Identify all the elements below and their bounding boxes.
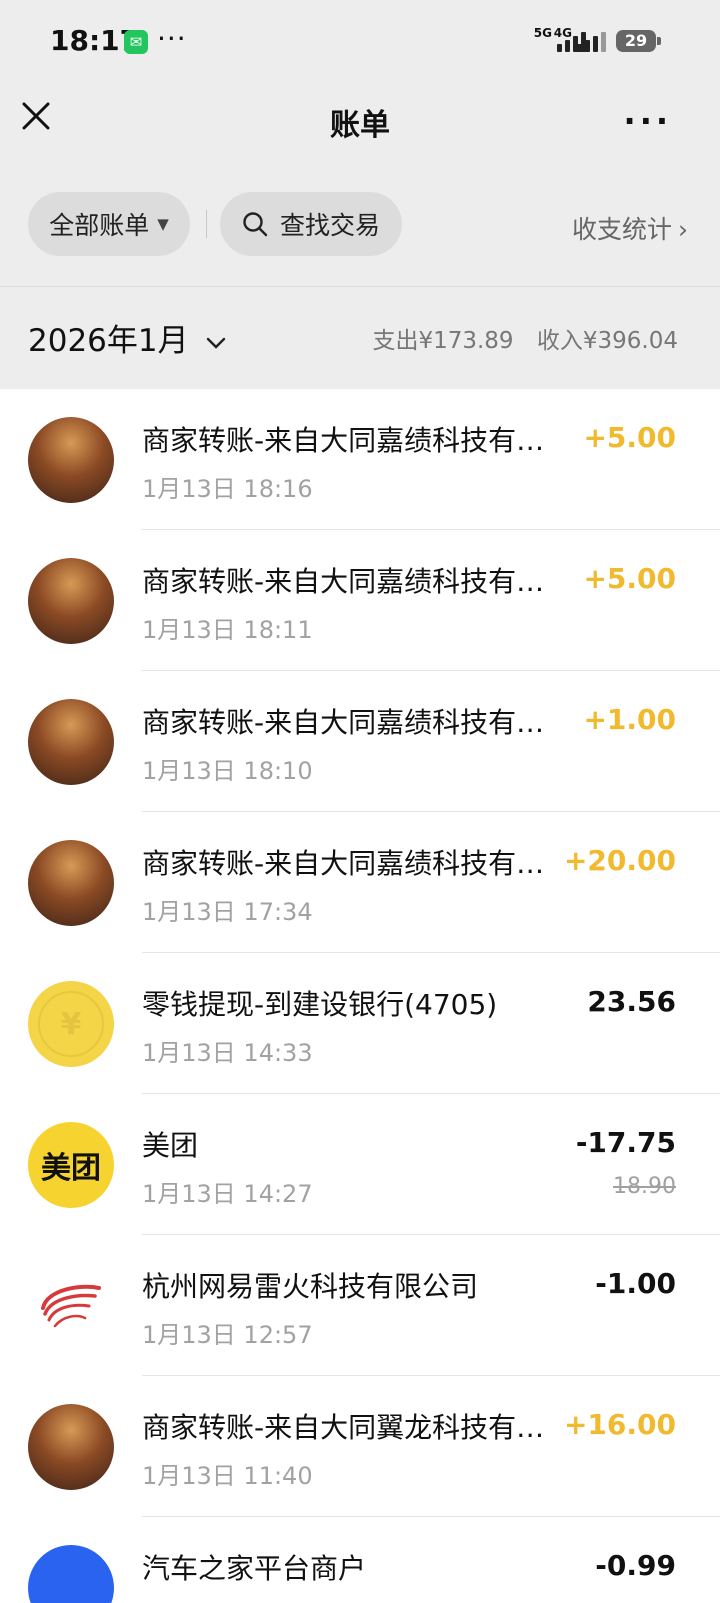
status-bar: 18:17 ✉ ··· 5G 4G 29 [0, 0, 720, 82]
transaction-row[interactable]: 商家转账-来自大同嘉绩科技有限公司 1月13日 18:11 +5.00 [0, 530, 720, 671]
transaction-amount: +16.00 [563, 1408, 676, 1441]
month-selector[interactable]: 2026年1月 [28, 315, 226, 360]
transaction-time: 1月13日 18:10 [142, 757, 313, 785]
transaction-list: 商家转账-来自大同嘉绩科技有限公司 1月13日 18:16 +5.00 商家转账… [0, 389, 720, 1603]
more-options-button[interactable]: ··· [624, 102, 672, 140]
month-label: 2026年1月 [28, 323, 189, 359]
all-bills-dropdown[interactable]: 全部账单 ▼ [28, 192, 190, 256]
chevron-right-icon: › [678, 215, 688, 244]
search-transactions-button[interactable]: 查找交易 [220, 192, 402, 256]
transaction-title: 商家转账-来自大同嘉绩科技有限公司 [142, 565, 552, 598]
transaction-time: 1月13日 18:11 [142, 616, 313, 644]
nav-bar: 账单 ··· [0, 82, 720, 162]
transaction-title: 商家转账-来自大同嘉绩科技有限公司 [142, 424, 552, 457]
transaction-time: 1月13日 14:33 [142, 1039, 313, 1067]
transaction-row[interactable]: 商家转账-来自大同翼龙科技有限公司 1月13日 11:40 +16.00 [0, 1376, 720, 1517]
transaction-title: 商家转账-来自大同翼龙科技有限公司 [142, 1411, 552, 1444]
netease-avatar [28, 1263, 114, 1349]
transaction-title: 零钱提现-到建设银行(4705) [142, 988, 498, 1021]
transaction-amount: -0.99 [595, 1549, 676, 1582]
income-expense-stats-link[interactable]: 收支统计 › [572, 210, 688, 246]
month-expense: 支出¥173.89 [372, 328, 514, 354]
transaction-row[interactable]: 汽车之家平台商户 -0.99 [0, 1517, 720, 1603]
month-header: 2026年1月 支出¥173.89 收入¥396.04 [0, 287, 720, 389]
transaction-time: 1月13日 18:16 [142, 475, 313, 503]
signal-4g-bars: 4G [554, 27, 606, 52]
transaction-amount: 23.56 [587, 985, 676, 1018]
dragon-avatar [28, 417, 114, 503]
netease-logo-icon [41, 1284, 101, 1328]
yuan-icon: ¥ [38, 991, 104, 1057]
dragon-avatar [28, 1404, 114, 1490]
transaction-time: 1月13日 14:27 [142, 1180, 313, 1208]
month-income: 收入¥396.04 [536, 328, 678, 354]
wechat-icon: ✉ [124, 30, 148, 54]
transaction-amount: +20.00 [563, 844, 676, 877]
transaction-row[interactable]: 美团 美团 1月13日 14:27 -17.75 18.90 [0, 1094, 720, 1235]
dragon-avatar [28, 558, 114, 644]
blue-avatar [28, 1545, 114, 1603]
original-amount: 18.90 [613, 1174, 676, 1199]
transaction-amount: +1.00 [583, 703, 676, 736]
chevron-down-icon [207, 337, 226, 349]
transaction-amount: +5.00 [583, 421, 676, 454]
dragon-avatar [28, 699, 114, 785]
dragon-avatar [28, 840, 114, 926]
battery-icon: 29 [616, 30, 661, 52]
transaction-amount: -1.00 [595, 1267, 676, 1300]
transaction-title: 商家转账-来自大同嘉绩科技有限公司 [142, 847, 552, 880]
filter-divider [206, 210, 207, 238]
transaction-row[interactable]: 商家转账-来自大同嘉绩科技有限公司 1月13日 17:34 +20.00 [0, 812, 720, 953]
meituan-avatar: 美团 [28, 1122, 114, 1208]
page-title: 账单 [330, 108, 390, 143]
transaction-row[interactable]: ¥ 零钱提现-到建设银行(4705) 1月13日 14:33 23.56 [0, 953, 720, 1094]
transaction-time: 1月13日 12:57 [142, 1321, 313, 1349]
transaction-title: 汽车之家平台商户 [142, 1552, 367, 1585]
transaction-time: 1月13日 17:34 [142, 898, 313, 926]
transaction-time: 1月13日 11:40 [142, 1462, 313, 1490]
month-summary: 支出¥173.89 收入¥396.04 [372, 321, 678, 355]
transaction-title: 杭州网易雷火科技有限公司 [142, 1270, 479, 1303]
filter-bar: 全部账单 ▼ 查找交易 收支统计 › [0, 162, 720, 287]
transaction-amount: -17.75 [575, 1126, 676, 1159]
transaction-row[interactable]: 商家转账-来自大同嘉绩科技有限公司 1月13日 18:10 +1.00 [0, 671, 720, 812]
stats-label: 收支统计 [571, 215, 672, 244]
transaction-row[interactable]: 商家转账-来自大同嘉绩科技有限公司 1月13日 18:16 +5.00 [0, 389, 720, 530]
transaction-title: 美团 [142, 1129, 199, 1162]
search-icon [243, 212, 268, 237]
transaction-row[interactable]: 杭州网易雷火科技有限公司 1月13日 12:57 -1.00 [0, 1235, 720, 1376]
search-label: 查找交易 [279, 211, 380, 240]
coin-avatar: ¥ [28, 981, 114, 1067]
notification-dots: ··· [157, 22, 187, 55]
transaction-title: 商家转账-来自大同嘉绩科技有限公司 [142, 706, 552, 739]
all-bills-label: 全部账单 [49, 211, 150, 240]
caret-down-icon: ▼ [157, 215, 169, 233]
transaction-amount: +5.00 [583, 562, 676, 595]
